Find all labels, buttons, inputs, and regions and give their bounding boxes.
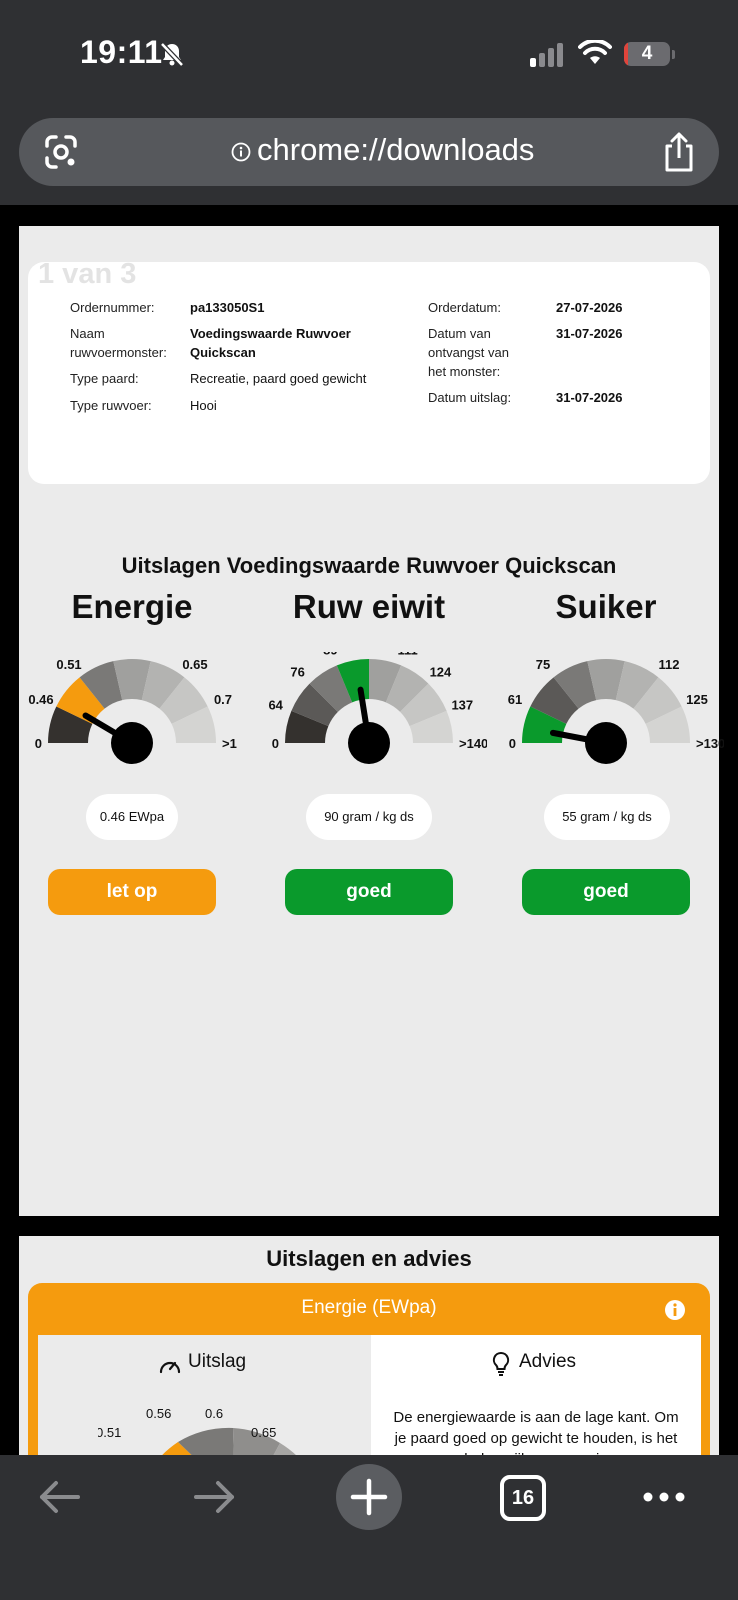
advice-text: De energiewaarde is aan de lage kant. Om… xyxy=(393,1409,679,1456)
gauge-tick-label: 100 xyxy=(618,652,640,653)
status-button-suiker[interactable]: goed xyxy=(522,869,690,915)
gauge-hub xyxy=(348,722,390,764)
gauge-tick-label: 112 xyxy=(658,657,679,672)
receipt-date-label: Datum van ontvangst van het monster: xyxy=(428,326,509,379)
info-icon[interactable] xyxy=(664,1299,686,1321)
advice-column: Advies De energiewaarde is aan de lage k… xyxy=(371,1335,701,1456)
new-tab-button[interactable] xyxy=(336,1464,402,1530)
gauge-tick-label: 111 xyxy=(398,652,418,658)
result-date-value: 31-07-2026 xyxy=(556,390,623,405)
order-number-value: pa133050S1 xyxy=(190,300,265,315)
result-date-label: Datum uitslag: xyxy=(428,390,512,405)
browser-toolbar: 16 xyxy=(0,1455,738,1600)
battery-icon: 4 xyxy=(624,40,676,68)
horse-type-label: Type paard: xyxy=(70,371,139,386)
mini-gauge-tick: 0.6 xyxy=(205,1406,223,1421)
status-button-ruw-eiwit[interactable]: goed xyxy=(285,869,453,915)
gauge-tick-label: 0.6 xyxy=(145,652,163,653)
info-icon[interactable] xyxy=(231,142,251,162)
battery-level: 4 xyxy=(641,43,653,64)
value-ruw-eiwit: 90 gram / kg ds xyxy=(306,794,432,840)
back-arrow-icon[interactable] xyxy=(36,1475,84,1519)
sample-name-value: Voedingswaarde Ruwvoer Quickscan xyxy=(190,326,351,360)
gauge-suiker: 0 61 75 88 100 112 125 >130 xyxy=(488,652,724,802)
order-number-label: Ordernummer: xyxy=(70,300,155,315)
speedometer-icon xyxy=(159,1361,181,1374)
pdf-page-2: Uitslagen en advies Energie (EWpa) Uitsl… xyxy=(19,1236,719,1456)
advice-header: Advies xyxy=(519,1351,577,1372)
receipt-date-value: 31-07-2026 xyxy=(556,326,623,341)
cellular-signal-icon xyxy=(530,43,563,67)
gauge-tick-label: 64 xyxy=(268,697,283,712)
gauge-tick-label: 0.46 xyxy=(28,692,53,707)
result-column: Uitslag 0.51 0.56 0.6 0.65 xyxy=(38,1335,371,1456)
roughage-type-value: Hooi xyxy=(190,398,217,413)
gauge-tick-label: 124 xyxy=(430,665,452,680)
gauge-hub xyxy=(585,722,627,764)
result-header: Uitslag xyxy=(188,1351,247,1372)
value-suiker: 55 gram / kg ds xyxy=(544,794,670,840)
gauge-tick-label: 0.7 xyxy=(214,692,232,707)
gauge-tick-label: >1 xyxy=(222,736,237,751)
forward-arrow-icon[interactable] xyxy=(190,1475,238,1519)
wifi-icon xyxy=(578,40,612,64)
value-energie: 0.46 EWpa xyxy=(86,794,178,840)
mini-gauge: 0.51 0.56 0.6 0.65 xyxy=(98,1406,297,1456)
advice-title: Uitslagen en advies xyxy=(266,1246,472,1271)
horse-type-value: Recreatie, paard goed gewicht xyxy=(190,371,367,386)
share-icon[interactable] xyxy=(659,130,699,174)
url-text[interactable]: chrome://downloads xyxy=(257,132,534,168)
order-info-card: Ordernummer: pa133050S1 Naam ruwvoermons… xyxy=(28,262,710,484)
gauge-tick-label: 0.51 xyxy=(56,657,81,672)
gauge-tick-label: 0.65 xyxy=(182,657,207,672)
gauge-ruw-eiwit: 0647689100111124137>140 xyxy=(251,652,487,802)
gauge-tick-label: 137 xyxy=(451,697,473,712)
gauge-tick-label: 0 xyxy=(272,736,279,751)
lightbulb-icon xyxy=(492,1351,510,1376)
tab-switcher-button[interactable]: 16 xyxy=(500,1475,546,1521)
order-date-label: Orderdatum: xyxy=(428,300,501,315)
more-menu-icon[interactable] xyxy=(640,1485,688,1509)
gauge-energie: 0 0.46 0.51 0.56 0.6 0.65 0.7 >1 xyxy=(14,652,250,802)
gauge-tick-label: 125 xyxy=(686,692,708,707)
address-bar[interactable]: chrome://downloads xyxy=(19,118,719,186)
status-bar: 19:11 4 xyxy=(0,0,738,110)
gauge-tick-label: 76 xyxy=(290,665,304,680)
bell-muted-icon xyxy=(160,42,184,67)
mini-gauge-tick: 0.65 xyxy=(251,1425,276,1440)
mini-gauge-tick: 0.51 xyxy=(98,1425,121,1440)
google-lens-icon[interactable] xyxy=(41,132,81,172)
plus-icon xyxy=(350,1478,388,1516)
gauge-tick-label: 61 xyxy=(508,692,522,707)
gauge-tick-label: >130 xyxy=(696,736,724,751)
results-title: Uitslagen Voedingswaarde Ruwvoer Quicksc… xyxy=(121,553,617,578)
gauge-tick-label: 0 xyxy=(509,736,516,751)
gauge-title-energie: Energie xyxy=(71,588,193,625)
gauge-tick-label: 0.56 xyxy=(97,652,122,653)
gauge-title-suiker: Suiker xyxy=(555,588,657,625)
roughage-type-label: Type ruwvoer: xyxy=(70,398,152,413)
status-time: 19:11 xyxy=(80,34,163,70)
sample-name-label: Naam ruwvoermonster: xyxy=(70,326,167,360)
gauge-tick-label: >140 xyxy=(459,736,487,751)
status-button-energie[interactable]: let op xyxy=(48,869,216,915)
gauge-tick-label: 89 xyxy=(323,652,337,658)
gauge-hub xyxy=(111,722,153,764)
gauge-tick-label: 88 xyxy=(576,652,590,653)
gauge-title-ruw-eiwit: Ruw eiwit xyxy=(292,588,446,625)
order-date-value: 27-07-2026 xyxy=(556,300,623,315)
gauge-tick-label: 0 xyxy=(35,736,42,751)
advice-panel-header: Energie (EWpa) xyxy=(301,1297,437,1318)
page-indicator: 1 van 3 xyxy=(38,258,137,290)
mini-gauge-tick: 0.56 xyxy=(146,1406,171,1421)
gauge-tick-label: 75 xyxy=(536,657,550,672)
energy-advice-panel: Energie (EWpa) Uitslag 0.51 0.56 0.6 0.6… xyxy=(28,1283,710,1456)
